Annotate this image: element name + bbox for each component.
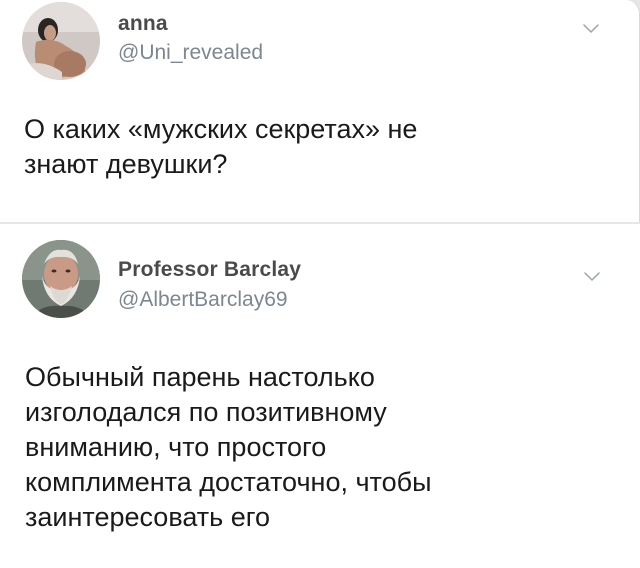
- tweet-text-line: вниманию, что простого: [25, 432, 327, 462]
- avatar-image: [22, 2, 100, 80]
- tweet-card[interactable]: Professor Barclay @AlbertBarclay69 Обычн…: [0, 224, 640, 568]
- profile-photo-icon[interactable]: [22, 2, 100, 80]
- author-handle[interactable]: @Uni_revealed: [118, 41, 263, 65]
- tweet-text-line: изголодался по позитивному: [25, 397, 387, 427]
- chevron-down-icon[interactable]: [584, 272, 600, 282]
- tweet-text-line: Обычный парень настолько: [25, 362, 375, 392]
- author-name[interactable]: Professor Barclay: [118, 258, 301, 282]
- tweet-text: Обычный парень настолько изголодался по …: [25, 360, 565, 535]
- tweet-text-line: комплимента достаточно, чтобы: [25, 467, 432, 497]
- tweet-text-line: знают девушки?: [24, 149, 228, 179]
- tweet-text-line: заинтересовать его: [25, 502, 271, 532]
- author-name[interactable]: anna: [118, 12, 168, 36]
- author-handle[interactable]: @AlbertBarclay69: [118, 288, 288, 312]
- avatar-image: [22, 240, 100, 318]
- tweet-text-line: О каких «мужских секретах» не: [24, 114, 418, 144]
- profile-photo-icon[interactable]: [22, 240, 100, 318]
- tweet-text: О каких «мужских секретах» не знают деву…: [24, 112, 544, 182]
- tweet-card[interactable]: anna @Uni_revealed О каких «мужских секр…: [0, 0, 640, 222]
- chevron-down-icon[interactable]: [583, 24, 599, 34]
